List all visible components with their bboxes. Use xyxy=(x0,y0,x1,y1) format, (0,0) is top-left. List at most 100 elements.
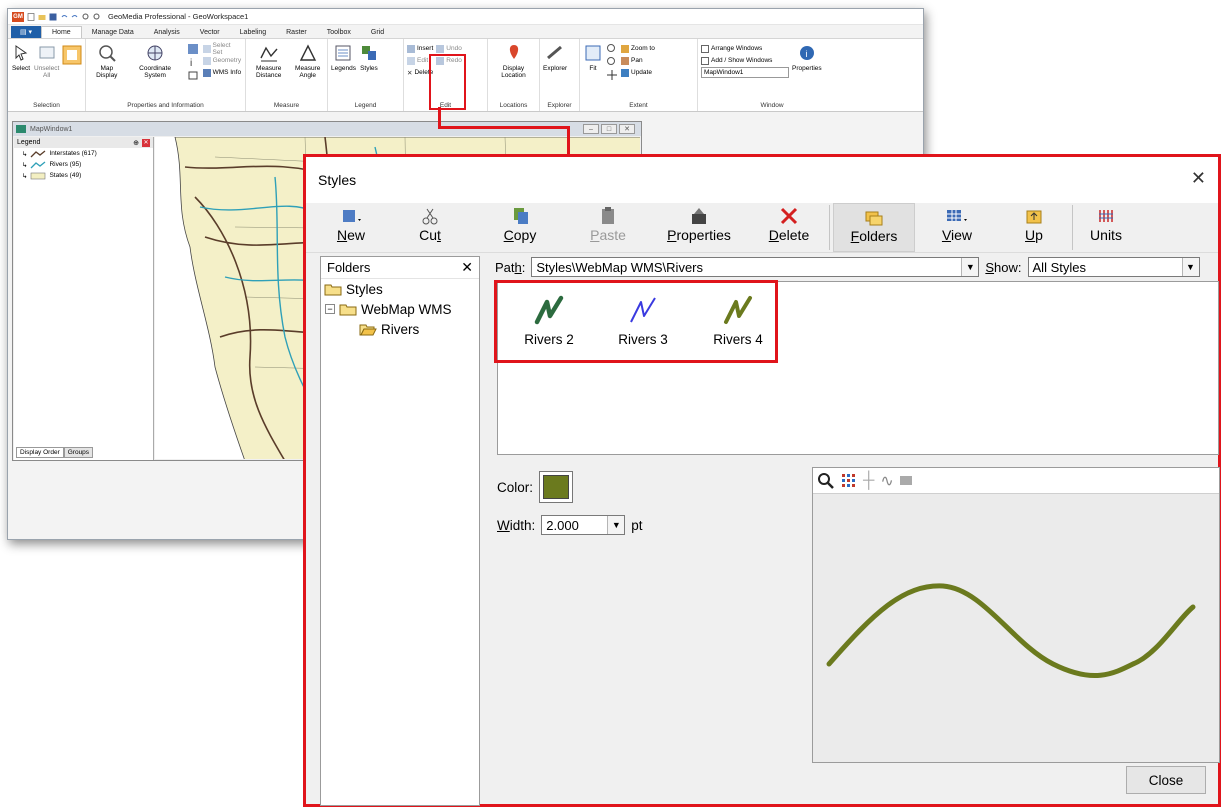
zoom-in-icon[interactable] xyxy=(82,13,90,21)
show-combo[interactable]: All Styles ▼ xyxy=(1027,257,1200,277)
group-label-extent: Extent xyxy=(629,102,648,109)
measure-angle-icon xyxy=(299,44,316,61)
pan-small-icon[interactable] xyxy=(606,69,618,81)
color-label: Color: xyxy=(497,479,534,495)
select-set-button[interactable]: Select Set xyxy=(202,42,242,56)
tab-display-order[interactable]: Display Order xyxy=(16,447,64,458)
minimize-button[interactable]: – xyxy=(583,124,599,134)
select-button[interactable]: Select xyxy=(11,43,31,72)
legends-button[interactable]: Legends xyxy=(331,43,356,72)
tab-grid[interactable]: Grid xyxy=(361,26,394,38)
dialog-close-icon[interactable]: ✕ xyxy=(1191,168,1206,189)
show-dropdown-arrow-icon[interactable]: ▼ xyxy=(1181,258,1199,276)
tab-raster[interactable]: Raster xyxy=(276,26,317,38)
delete-style-button[interactable]: Delete xyxy=(752,203,826,252)
measure-angle-button[interactable]: Measure Angle xyxy=(291,43,324,79)
add-show-windows-button[interactable]: Add / Show Windows xyxy=(701,55,789,66)
undo-icon[interactable] xyxy=(60,13,68,21)
legend-entry-states[interactable]: ↳ States (49) xyxy=(14,170,153,181)
zoom-in-small-icon[interactable] xyxy=(606,43,618,55)
up-button[interactable]: Up xyxy=(999,203,1069,252)
rivers-symbol-icon xyxy=(30,160,46,168)
arrange-windows-button[interactable]: Arrange Windows xyxy=(701,43,789,54)
path-dropdown-arrow-icon[interactable]: ▼ xyxy=(961,258,979,276)
color-row: Color: xyxy=(497,471,807,503)
folders-toggle-button[interactable]: Folders xyxy=(833,203,915,252)
pin-icon[interactable]: ⊕ xyxy=(133,139,139,147)
group-measure: Measure Distance Measure Angle Measure xyxy=(246,39,328,111)
color-picker-button[interactable] xyxy=(539,471,574,503)
close-folders-icon[interactable]: ✕ xyxy=(461,259,473,276)
telescope-icon xyxy=(547,45,563,60)
legend-entry-rivers[interactable]: ↳ Rivers (95) xyxy=(14,159,153,170)
tab-toolbox[interactable]: Toolbox xyxy=(317,26,361,38)
properties-small-icon[interactable] xyxy=(186,43,200,55)
width-combo[interactable]: 2.000 ▼ xyxy=(541,515,626,535)
select-mode-icon[interactable] xyxy=(62,45,82,65)
tab-labeling[interactable]: Labeling xyxy=(230,26,276,38)
undo-button[interactable]: Undo xyxy=(436,43,462,54)
app-logo[interactable]: GM xyxy=(12,11,24,22)
insert-button[interactable]: Insert xyxy=(407,43,433,54)
map-window-select[interactable]: MapWindow1 xyxy=(701,67,789,78)
tab-manage-data[interactable]: Manage Data xyxy=(82,26,144,38)
paste-button[interactable]: Paste xyxy=(570,203,646,252)
tree-item-webmap-wms[interactable]: − WebMap WMS xyxy=(321,299,479,319)
units-button[interactable]: Units xyxy=(1076,203,1136,252)
tree-item-styles[interactable]: Styles xyxy=(321,279,479,299)
copy-button[interactable]: Copy xyxy=(470,203,570,252)
window-properties-button[interactable]: i Properties xyxy=(792,43,822,72)
tab-groups[interactable]: Groups xyxy=(63,447,94,458)
open-icon[interactable] xyxy=(38,13,46,21)
pointer-icon: ↳ xyxy=(22,161,28,169)
area-icon[interactable] xyxy=(899,476,912,485)
path-combo[interactable]: Styles\WebMap WMS\Rivers ▼ xyxy=(531,257,980,277)
zoom-out-icon[interactable] xyxy=(93,13,101,21)
maximize-button[interactable]: □ xyxy=(601,124,617,134)
pan-button[interactable]: Pan xyxy=(621,55,655,66)
styles-ribbon-button[interactable]: Styles xyxy=(359,43,379,72)
new-icon[interactable] xyxy=(27,12,35,21)
line-icon[interactable]: ∿ xyxy=(880,471,893,491)
group-window: Arrange Windows Add / Show Windows MapWi… xyxy=(698,39,846,111)
legend-close-icon[interactable]: ✕ xyxy=(142,138,150,147)
info-small-icon[interactable]: i xyxy=(186,56,200,68)
unselect-all-button[interactable]: Unselect All xyxy=(34,43,59,79)
tool-small-icon[interactable] xyxy=(186,69,200,81)
close-map-button[interactable]: ✕ xyxy=(619,124,635,134)
close-button[interactable]: Close xyxy=(1126,766,1206,794)
app-title: GeoMedia Professional - GeoWorkspace1 xyxy=(108,12,249,21)
coordinate-system-button[interactable]: Coordinate System xyxy=(128,43,183,79)
explorer-button[interactable]: Explorer xyxy=(543,43,567,72)
update-button[interactable]: Update xyxy=(621,67,655,78)
file-menu-button[interactable]: ▤ ▾ xyxy=(11,26,41,38)
fit-button[interactable]: Fit xyxy=(583,43,603,72)
point-icon[interactable]: ┼ xyxy=(863,472,874,490)
zoom-icon[interactable] xyxy=(817,472,835,490)
zoom-to-button[interactable]: Zoom to xyxy=(621,43,655,54)
tab-analysis[interactable]: Analysis xyxy=(144,26,190,38)
grid-dots-icon[interactable] xyxy=(841,473,857,489)
properties-button[interactable]: Properties xyxy=(646,203,752,252)
styles-dialog: Styles ✕ New Cut Copy Paste Properties D… xyxy=(303,154,1221,807)
save-icon[interactable] xyxy=(49,13,57,21)
width-dropdown-arrow-icon[interactable]: ▼ xyxy=(607,516,625,534)
zoom-out-small-icon[interactable] xyxy=(606,56,618,68)
tab-home[interactable]: Home xyxy=(41,26,82,38)
cut-button[interactable]: Cut xyxy=(390,203,470,252)
measure-distance-button[interactable]: Measure Distance xyxy=(249,43,288,79)
legend-entry-interstates[interactable]: ↳ Interstates (617) xyxy=(14,148,153,159)
map-window-titlebar: MapWindow1 – □ ✕ xyxy=(13,122,641,136)
geometry-button[interactable]: Geometry xyxy=(202,55,242,66)
wms-info-button[interactable]: WMS Info xyxy=(202,67,242,78)
display-location-button[interactable]: Display Location xyxy=(491,43,536,79)
properties-icon xyxy=(692,208,706,224)
redo-icon[interactable] xyxy=(71,13,79,21)
collapse-toggle-icon[interactable]: − xyxy=(325,304,335,314)
map-display-button[interactable]: Map Display xyxy=(89,43,125,79)
new-style-button[interactable]: New xyxy=(312,203,390,252)
view-button[interactable]: View xyxy=(915,203,999,252)
add-windows-icon xyxy=(701,56,709,65)
tab-vector[interactable]: Vector xyxy=(190,26,230,38)
tree-item-rivers[interactable]: Rivers xyxy=(321,319,479,339)
